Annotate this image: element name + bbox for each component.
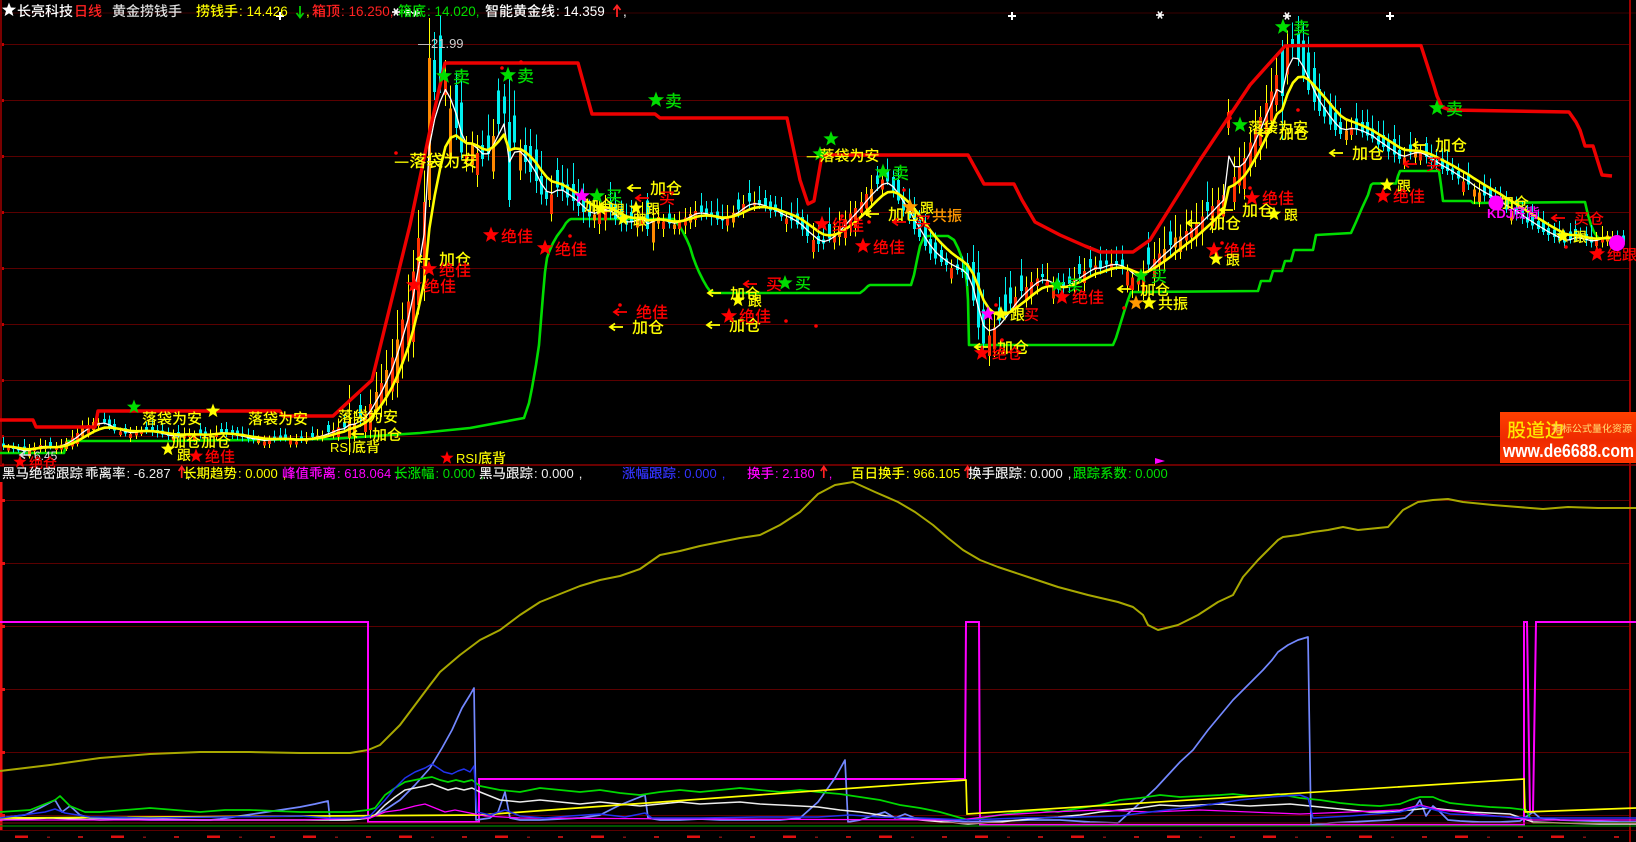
svg-text:,: , [722,466,726,481]
svg-text:: 14.020,: : 14.020, [427,4,480,19]
svg-text:: 0.000: : 0.000 [534,466,574,481]
svg-text:: 0.000: : 0.000 [436,466,476,481]
svg-text:,: , [306,4,310,19]
svg-text:: 0.000: : 0.000 [677,466,717,481]
svg-text:,: , [1068,466,1072,481]
svg-text:,: , [829,466,833,481]
svg-text:: 0.000: : 0.000 [238,466,278,481]
svg-text:RSI: RSI [330,440,352,455]
svg-text:: 2.180: : 2.180 [775,466,815,481]
svg-text:: 966.105: : 966.105 [906,466,960,481]
svg-text:,: , [623,4,627,19]
svg-text:: -6.287: : -6.287 [127,466,171,481]
svg-text:RSI: RSI [456,451,478,466]
svg-text:: 16.250,: : 16.250, [341,4,394,19]
svg-text:: 0.000: : 0.000 [1023,466,1063,481]
svg-text:: 14.359: : 14.359 [556,4,605,19]
svg-text:: 0.000: : 0.000 [1128,466,1168,481]
svg-text:—21.99: —21.99 [418,36,464,51]
svg-text:,: , [579,466,583,481]
svg-text:: 14.426: : 14.426 [239,4,288,19]
svg-text:www.de6688.com: www.de6688.com [1502,441,1634,461]
svg-text:: 618.064: : 618.064 [337,466,391,481]
